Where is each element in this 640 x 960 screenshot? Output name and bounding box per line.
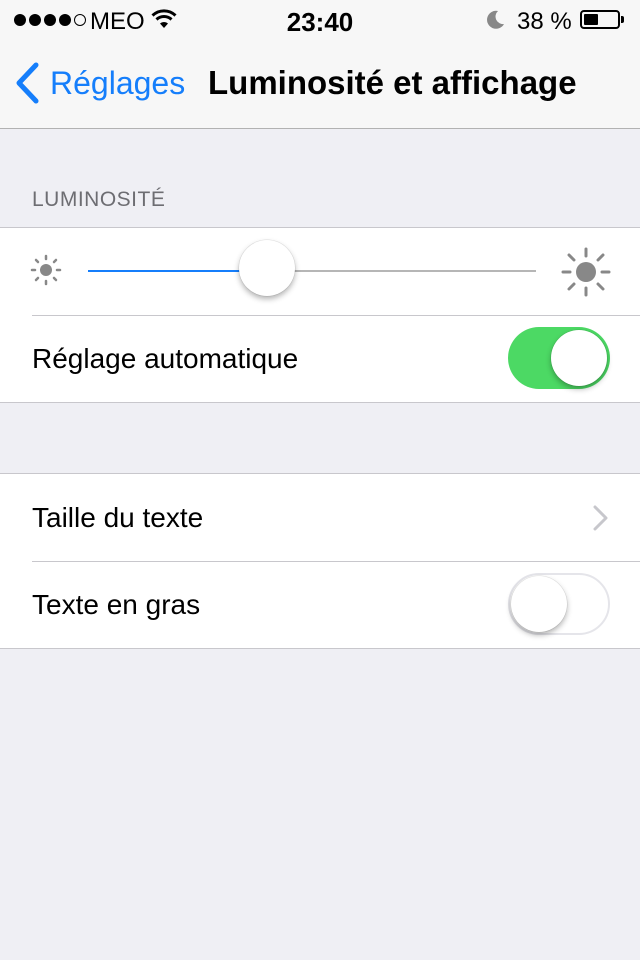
text-size-label: Taille du texte [32,502,204,533]
section-header-brightness: LUMINOSITÉ [32,188,166,211]
battery-percent: 38 % [517,8,572,35]
auto-brightness-toggle[interactable] [508,327,610,389]
moon-icon [484,9,506,38]
brightness-slider-row [0,228,640,315]
battery-nub [621,16,624,23]
sun-small-icon [30,254,62,291]
text-size-row[interactable]: Taille du texte [0,474,640,561]
chevron-left-icon [16,62,39,104]
bold-text-row: Texte en gras [0,561,640,648]
sun-large-icon [560,246,612,303]
brightness-slider-track[interactable] [88,270,536,272]
navigation-bar: Réglages Luminosité et affichage [0,40,640,129]
page-title: Luminosité et affichage [208,64,577,101]
bold-text-label: Texte en gras [32,589,201,620]
auto-brightness-label: Réglage automatique [32,343,299,374]
back-button[interactable]: Réglages [14,62,185,104]
brightness-group: Réglage automatique [0,227,640,403]
battery-icon [580,10,620,29]
brightness-slider-thumb[interactable] [239,240,295,296]
toggle-knob [551,330,607,386]
toggle-knob [511,576,567,632]
bold-text-toggle[interactable] [508,573,610,635]
auto-brightness-row: Réglage automatique [0,315,640,402]
chevron-right-icon [592,504,610,537]
back-label: Réglages [50,64,186,101]
status-bar: MEO 23:40 38 % [0,0,640,40]
text-group: Taille du texte Texte en gras [0,473,640,649]
